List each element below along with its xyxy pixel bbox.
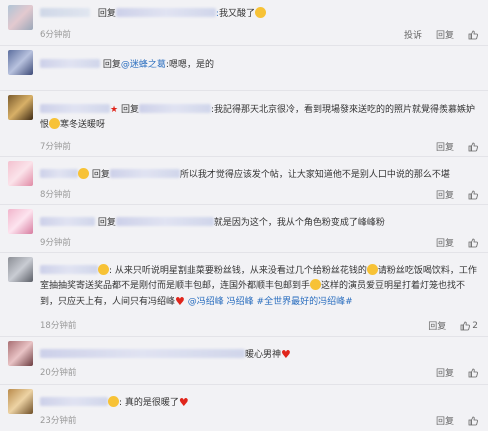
mention-blurred[interactable] bbox=[109, 169, 180, 178]
username[interactable] bbox=[40, 265, 98, 274]
avatar[interactable] bbox=[8, 161, 33, 186]
report-button[interactable]: 投诉 bbox=[404, 28, 422, 41]
reply-prefix: 回复 bbox=[102, 60, 121, 70]
comment-item: : 从来只听说明星割韭菜要粉丝钱，从来没看过几个给粉丝花钱的 请粉丝吃饭喝饮料，工… bbox=[0, 252, 488, 337]
comment-text-2: 寒冬送暖呀 bbox=[60, 120, 106, 130]
timestamp: 23分钟前 bbox=[40, 416, 77, 426]
like-button[interactable] bbox=[468, 30, 478, 40]
comment-item: 回复 所以我才觉得应该发个帖，让大家知道他不是别人口中说的那么不堪 8分钟前 回复 bbox=[0, 156, 488, 205]
comment-text: 就是因为这个，我从个角色粉变成了峰峰粉 bbox=[213, 218, 385, 228]
star-icon: ★ bbox=[110, 105, 119, 115]
avatar[interactable] bbox=[8, 257, 33, 282]
thumbs-up-icon bbox=[468, 142, 478, 151]
mention-link[interactable]: @迷蜂之葛 bbox=[121, 60, 166, 70]
reply-button[interactable]: 回复 bbox=[436, 414, 454, 427]
smile-emoji-icon bbox=[254, 7, 266, 18]
comment-text: 从来只听说明星割韭菜要粉丝钱，从来没看过几个给粉丝花钱的 bbox=[114, 266, 367, 276]
like-button[interactable] bbox=[468, 190, 478, 200]
comment-text: 真的是很暖了 bbox=[124, 398, 179, 408]
timestamp: 7分钟前 bbox=[40, 142, 71, 152]
timestamp: 6分钟前 bbox=[40, 30, 71, 40]
timestamp: 9分钟前 bbox=[40, 238, 71, 248]
avatar[interactable] bbox=[8, 389, 33, 414]
comment-item: 回复 就是因为这个，我从个角色粉变成了峰峰粉 9分钟前 回复 bbox=[0, 204, 488, 253]
timestamp: 20分钟前 bbox=[40, 368, 77, 378]
username[interactable] bbox=[40, 59, 100, 68]
reply-prefix: 回复 bbox=[120, 105, 139, 115]
comment-text: 所以我才觉得应该发个帖，让大家知道他不是别人口中说的那么不堪 bbox=[179, 170, 450, 180]
thumbs-up-icon bbox=[468, 30, 478, 39]
heart-icon: ♥ bbox=[178, 396, 189, 409]
reply-button[interactable]: 回复 bbox=[436, 140, 454, 153]
like-button[interactable] bbox=[468, 368, 478, 378]
mention-link[interactable]: 冯绍峰 bbox=[227, 297, 254, 307]
comment-text: 暖心男神 bbox=[245, 350, 282, 360]
like-button[interactable] bbox=[468, 142, 478, 152]
thumbs-up-icon bbox=[468, 190, 478, 199]
username[interactable] bbox=[40, 397, 108, 406]
username[interactable] bbox=[40, 169, 78, 178]
heart-icon: ♥ bbox=[281, 348, 291, 361]
reply-prefix: 回复 bbox=[97, 218, 116, 228]
like-button[interactable]: 2 bbox=[460, 321, 478, 331]
mention-blurred[interactable] bbox=[115, 217, 214, 226]
comment-text: 我又酸了 bbox=[218, 9, 255, 19]
smile-emoji-icon bbox=[366, 264, 378, 275]
thumbs-up-icon bbox=[468, 238, 478, 247]
emoji-icon bbox=[78, 168, 89, 179]
reply-button[interactable]: 回复 bbox=[436, 188, 454, 201]
thumbs-up-icon bbox=[468, 368, 478, 377]
comment-item: 回复@迷蜂之葛:嗯嗯，是的 bbox=[0, 45, 488, 91]
heart-icon: ♥ bbox=[175, 295, 185, 308]
comment-item: ★ 回复:我記得那天北京很冷，看到現場發來送吃的的照片就覺得羨慕嫉妒恨 寒冬送暖呀… bbox=[0, 90, 488, 157]
reply-button[interactable]: 回复 bbox=[428, 319, 446, 332]
username[interactable] bbox=[40, 349, 245, 358]
thumbs-up-icon bbox=[468, 416, 478, 425]
avatar[interactable] bbox=[8, 5, 33, 30]
reply-button[interactable]: 回复 bbox=[436, 366, 454, 379]
comment-list: 回复:我又酸了 6分钟前 投诉 回复 回复@迷蜂之葛:嗯嗯，是的 ★ 回复:我記… bbox=[0, 0, 488, 431]
username[interactable] bbox=[40, 7, 95, 22]
mention-blurred[interactable] bbox=[138, 104, 211, 113]
comment-text: :嗯嗯，是的 bbox=[165, 60, 214, 70]
reply-prefix: 回复 bbox=[97, 9, 116, 19]
username[interactable] bbox=[40, 104, 110, 113]
avatar[interactable] bbox=[8, 341, 33, 366]
avatar[interactable] bbox=[8, 95, 33, 120]
comment-item: 回复:我又酸了 6分钟前 投诉 回复 bbox=[0, 0, 488, 46]
comment-item: : 真的是很暖了♥ 23分钟前 回复 bbox=[0, 384, 488, 431]
laugh-emoji-icon bbox=[49, 118, 61, 129]
reply-button[interactable]: 回复 bbox=[436, 28, 454, 41]
comment-item: 暖心男神♥ 20分钟前 回复 bbox=[0, 336, 488, 385]
timestamp: 18分钟前 bbox=[40, 321, 77, 331]
reply-button[interactable]: 回复 bbox=[436, 236, 454, 249]
reply-prefix: 回复 bbox=[91, 170, 110, 180]
avatar[interactable] bbox=[8, 209, 33, 234]
avatar[interactable] bbox=[8, 50, 33, 75]
mention-blurred[interactable] bbox=[115, 8, 216, 17]
timestamp: 8分钟前 bbox=[40, 190, 71, 200]
like-button[interactable] bbox=[468, 416, 478, 426]
emoji-icon bbox=[108, 396, 119, 407]
topic-link[interactable]: #全世界最好的冯绍峰# bbox=[257, 297, 353, 307]
thumbs-up-icon bbox=[460, 321, 471, 330]
like-count: 2 bbox=[472, 320, 478, 331]
emoji-icon bbox=[98, 264, 109, 275]
cry-emoji-icon bbox=[310, 279, 322, 290]
like-button[interactable] bbox=[468, 238, 478, 248]
mention-link[interactable]: @冯绍峰 bbox=[188, 297, 224, 307]
username[interactable] bbox=[40, 217, 95, 226]
